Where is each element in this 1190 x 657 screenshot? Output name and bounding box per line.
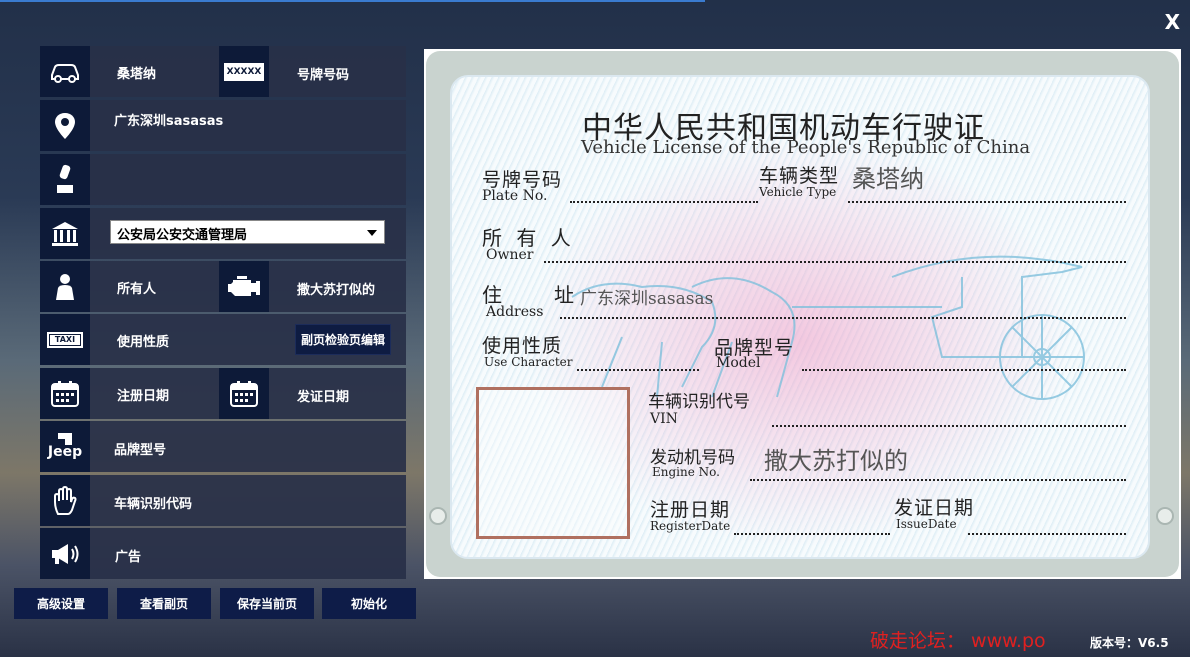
engine-number-value[interactable]: 撒大苏打似的 bbox=[297, 279, 375, 298]
engine-field-line bbox=[750, 479, 1126, 481]
plate-field-line bbox=[570, 201, 758, 203]
calendar-icon bbox=[219, 368, 269, 419]
engine-label-en: Engine No. bbox=[652, 465, 720, 479]
vin-label[interactable]: 车辆识别代码 bbox=[114, 493, 192, 512]
address-value-card: 广东深圳sasasas bbox=[580, 289, 714, 309]
person-icon bbox=[40, 261, 90, 312]
row-owner: 所有人 撒大苏打似的 bbox=[40, 261, 406, 312]
vehicle-type-field-line bbox=[848, 201, 1126, 203]
view-sub-page-button[interactable]: 查看副页 bbox=[117, 588, 211, 619]
issue-date-label-en: IssueDate bbox=[896, 517, 957, 531]
register-date-label-en: RegisterDate bbox=[650, 519, 731, 533]
address-field-line bbox=[560, 317, 1126, 319]
row-vin: 车辆识别代码 bbox=[40, 475, 406, 526]
inspection-page-edit-button[interactable]: 副页检验页编辑 bbox=[295, 324, 391, 355]
ad-label[interactable]: 广告 bbox=[115, 546, 141, 565]
model-field-line bbox=[802, 369, 1126, 371]
taxi-icon-text: TAXI bbox=[50, 334, 80, 345]
row-brand: Jeep 品牌型号 bbox=[40, 421, 406, 472]
vehicle-type-label-cn: 车辆类型 bbox=[759, 165, 840, 187]
car-icon bbox=[40, 46, 90, 97]
hand-icon bbox=[40, 475, 90, 526]
row-stamp bbox=[40, 154, 406, 205]
register-date-label-cn: 注册日期 bbox=[650, 499, 731, 521]
row-ad: 广告 bbox=[40, 528, 406, 579]
register-date-field-line bbox=[734, 533, 890, 535]
use-label[interactable]: 使用性质 bbox=[117, 331, 169, 350]
card-hole-right bbox=[1156, 507, 1174, 525]
calendar-icon bbox=[40, 368, 90, 419]
row-dates: 注册日期 发证日期 bbox=[40, 368, 406, 419]
chevron-down-icon bbox=[367, 230, 377, 236]
horse-carriage-watermark bbox=[571, 255, 1085, 400]
register-date-label[interactable]: 注册日期 bbox=[117, 385, 169, 404]
version-label: 版本号：V6.5 bbox=[1090, 636, 1169, 650]
issue-date-label-cn: 发证日期 bbox=[894, 497, 975, 519]
authority-select[interactable]: 公安局公安交通管理局 bbox=[110, 220, 385, 244]
plate-icon-text: XXXXX bbox=[223, 62, 265, 81]
use-label-cn: 使用性质 bbox=[482, 335, 563, 357]
photo-box bbox=[476, 387, 630, 539]
issue-date-label[interactable]: 发证日期 bbox=[297, 386, 349, 405]
row-car-type: 桑塔纳 XXXXX 号牌号码 bbox=[40, 46, 406, 97]
jeep-logo-text: Jeep bbox=[47, 444, 83, 460]
use-label-en: Use Character bbox=[484, 355, 573, 369]
address-label-en: Address bbox=[486, 304, 544, 320]
forum-watermark: 破走论坛： www.po bbox=[870, 630, 1046, 652]
taxi-icon: TAXI bbox=[40, 314, 90, 365]
initialize-button[interactable]: 初始化 bbox=[322, 588, 416, 619]
plate-icon: XXXXX bbox=[219, 46, 269, 97]
owner-label-en: Owner bbox=[486, 247, 534, 263]
row-authority: 公安局公安交通管理局 bbox=[40, 208, 406, 259]
license-card: 中华人民共和国机动车行驶证 Vehicle License of the Peo… bbox=[426, 51, 1179, 577]
vehicle-type-value: 桑塔纳 bbox=[852, 165, 924, 193]
bank-building-icon bbox=[40, 208, 90, 259]
card-hole-left bbox=[429, 507, 447, 525]
address-value[interactable]: 广东深圳sasasas bbox=[114, 110, 223, 129]
vin-label-en: VIN bbox=[650, 411, 678, 427]
engine-number-value-card: 撒大苏打似的 bbox=[764, 447, 908, 475]
location-pin-icon bbox=[40, 100, 90, 151]
vin-label-cn: 车辆识别代号 bbox=[648, 392, 750, 412]
card-title-en: Vehicle License of the People's Republic… bbox=[581, 137, 1031, 158]
row-address: 广东深圳sasasas bbox=[40, 100, 406, 151]
license-preview: 中华人民共和国机动车行驶证 Vehicle License of the Peo… bbox=[424, 49, 1181, 579]
save-current-page-button[interactable]: 保存当前页 bbox=[220, 588, 314, 619]
car-type-value[interactable]: 桑塔纳 bbox=[117, 63, 156, 82]
brand-model-label[interactable]: 品牌型号 bbox=[114, 439, 166, 458]
owner-label[interactable]: 所有人 bbox=[117, 278, 156, 297]
owner-field-line bbox=[544, 261, 1126, 263]
issue-date-field-line bbox=[968, 533, 1126, 535]
use-field-line bbox=[577, 369, 699, 371]
vin-field-line bbox=[772, 425, 1126, 427]
row-use: TAXI 使用性质 副页检验页编辑 bbox=[40, 314, 406, 365]
license-card-inner: 中华人民共和国机动车行驶证 Vehicle License of the Peo… bbox=[450, 75, 1150, 559]
close-button[interactable]: X bbox=[1165, 10, 1180, 34]
model-label-en: Model bbox=[716, 355, 761, 371]
plate-label[interactable]: 号牌号码 bbox=[297, 64, 349, 83]
megaphone-icon bbox=[40, 528, 90, 579]
authority-select-value: 公安局公安交通管理局 bbox=[117, 228, 248, 243]
engine-icon bbox=[219, 261, 269, 312]
plate-label-en: Plate No. bbox=[482, 188, 548, 204]
advanced-settings-button[interactable]: 高级设置 bbox=[14, 588, 108, 619]
stamp-icon bbox=[40, 154, 90, 205]
top-accent-line bbox=[0, 0, 705, 2]
vehicle-type-label-en: Vehicle Type bbox=[759, 185, 837, 199]
jeep-logo-icon: Jeep bbox=[40, 421, 90, 472]
